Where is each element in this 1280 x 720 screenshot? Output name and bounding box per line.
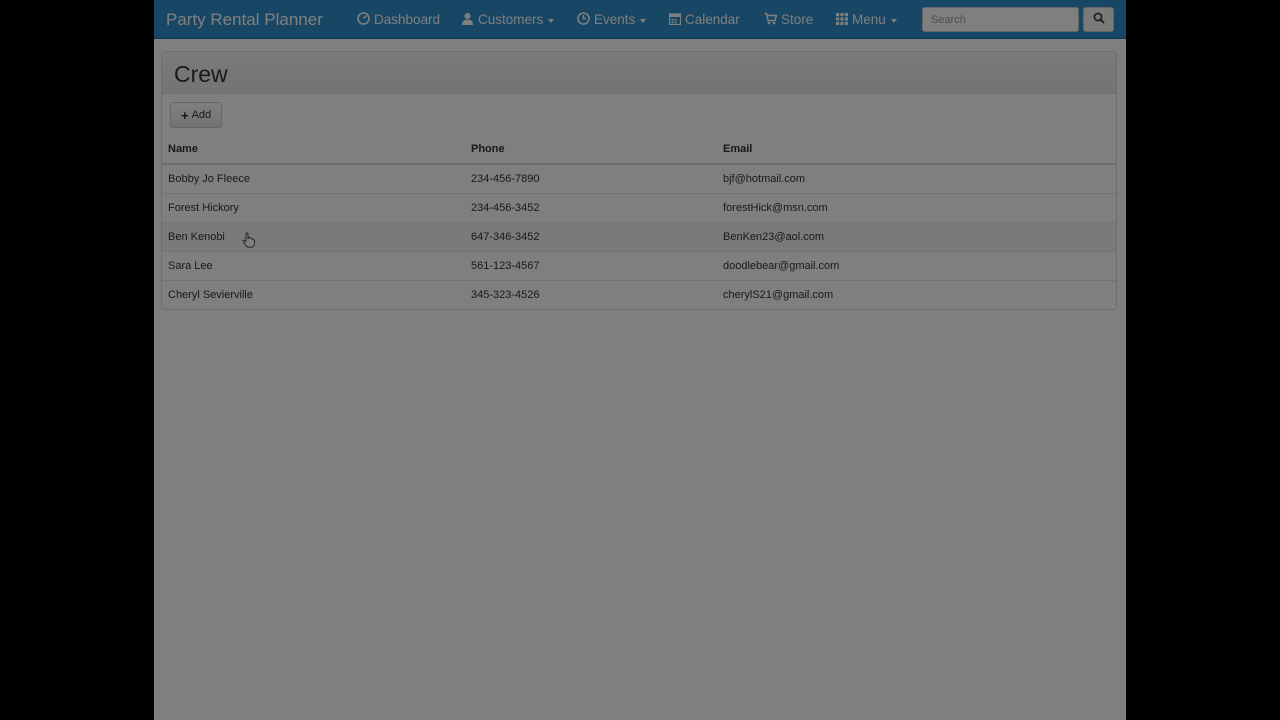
cell-phone: 561-123-4567: [465, 250, 717, 280]
nav-store-label: Store: [781, 12, 814, 27]
table-row[interactable]: Cheryl Sevierville 345-323-4526 cherylS2…: [162, 279, 1116, 309]
cell-name: Ben Kenobi: [162, 221, 465, 251]
cell-phone: 345-323-4526: [465, 279, 717, 309]
chevron-down-icon: [640, 18, 647, 23]
column-header-email[interactable]: Email: [717, 136, 1116, 165]
nav-store[interactable]: Store: [764, 12, 813, 27]
plus-icon: +: [181, 107, 189, 123]
cell-email: cherylS21@gmail.com: [717, 279, 1116, 309]
table-row[interactable]: Sara Lee 561-123-4567 doodlebear@gmail.c…: [162, 250, 1116, 280]
cell-name: Forest Hickory: [162, 192, 465, 222]
add-button[interactable]: + Add: [170, 102, 223, 128]
cell-name: Cheryl Sevierville: [162, 279, 465, 309]
nav-customers-label: Customers: [478, 12, 544, 27]
column-header-phone[interactable]: Phone: [465, 136, 717, 165]
search-input[interactable]: [922, 7, 1079, 32]
add-button-label: Add: [191, 109, 212, 121]
navbar: Party Rental Planner Dashboard Customers…: [154, 0, 1126, 39]
nav-calendar-label: Calendar: [685, 12, 740, 27]
cell-phone: 647-346-3452: [465, 221, 717, 251]
crew-table: Name Phone Email Bobby Jo Fleece 234-456…: [162, 136, 1116, 309]
search-icon: [1093, 11, 1105, 29]
search-button[interactable]: [1083, 7, 1114, 32]
nav-dashboard-label: Dashboard: [374, 12, 441, 27]
app-window: Party Rental Planner Dashboard Customers…: [154, 0, 1126, 720]
nav-events[interactable]: Events: [577, 12, 647, 27]
nav-dashboard[interactable]: Dashboard: [357, 12, 440, 27]
cell-email: BenKen23@aol.com: [717, 221, 1116, 251]
cell-phone: 234-456-3452: [465, 192, 717, 222]
panel-heading: Crew: [162, 52, 1116, 94]
nav-events-label: Events: [594, 12, 636, 27]
page-title: Crew: [174, 61, 228, 87]
toolbar: + Add: [162, 94, 1116, 136]
user-icon: [461, 12, 474, 27]
column-header-name[interactable]: Name: [162, 136, 465, 165]
calendar-icon: [668, 12, 682, 27]
cell-email: forestHick@msn.com: [717, 192, 1116, 222]
cell-phone: 234-456-7890: [465, 163, 717, 193]
table-row[interactable]: Ben Kenobi 647-346-3452 BenKen23@aol.com: [162, 221, 1116, 251]
hand-cursor-icon: [242, 232, 256, 253]
table-row[interactable]: Bobby Jo Fleece 234-456-7890 bjf@hotmail…: [162, 163, 1116, 193]
brand-link[interactable]: Party Rental Planner: [166, 10, 323, 30]
nav-menu-label: Menu: [852, 12, 886, 27]
nav-customers[interactable]: Customers: [461, 12, 555, 27]
chevron-down-icon: [890, 18, 897, 23]
table-header-row: Name Phone Email: [162, 136, 1116, 165]
nav-calendar[interactable]: Calendar: [668, 12, 740, 27]
cell-name: Bobby Jo Fleece: [162, 163, 465, 193]
nav-menu[interactable]: Menu: [836, 12, 897, 27]
cell-name: Sara Lee: [162, 250, 465, 280]
cell-email: bjf@hotmail.com: [717, 163, 1116, 193]
chevron-down-icon: [548, 18, 555, 23]
cell-email: doodlebear@gmail.com: [717, 250, 1116, 280]
table-row[interactable]: Forest Hickory 234-456-3452 forestHick@m…: [162, 192, 1116, 222]
grid-icon: [836, 12, 848, 27]
dashboard-icon: [357, 12, 370, 27]
cart-icon: [764, 12, 778, 27]
crew-panel: Crew + Add Name Phone Email Bobby Jo Fle…: [161, 51, 1117, 310]
clock-icon: [577, 12, 590, 27]
